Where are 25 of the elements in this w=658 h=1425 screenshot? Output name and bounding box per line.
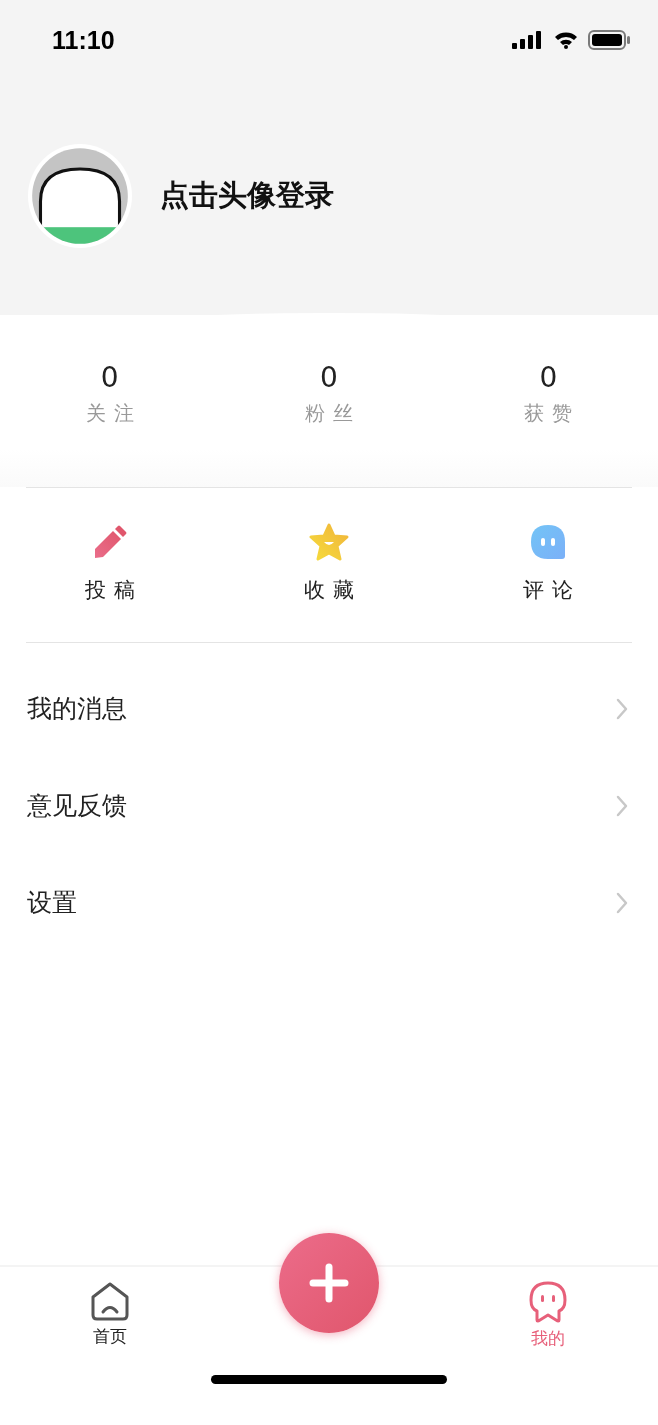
action-label[interactable]: 投稿 [84, 576, 143, 604]
star-icon[interactable] [309, 522, 349, 562]
menu-item[interactable]: 设置 [0, 854, 658, 951]
tab[interactable]: 首页 [0, 1281, 220, 1348]
plus-icon [309, 1263, 349, 1303]
ghost-icon [528, 1281, 569, 1323]
action-label[interactable]: 收藏 [304, 576, 362, 604]
menu-item[interactable]: 意见反馈 [0, 757, 658, 854]
stat-count: 0 [100, 361, 119, 394]
stat-count: 0 [539, 361, 558, 394]
home-icon [89, 1281, 130, 1321]
chevron-icon [616, 794, 628, 817]
chevron-icon [616, 697, 628, 720]
battery-icon [588, 30, 630, 50]
signal-icon [512, 31, 544, 49]
avatar[interactable] [28, 144, 132, 248]
chat-bubble-icon[interactable] [529, 522, 568, 562]
add-button[interactable] [279, 1233, 379, 1333]
chevron-icon [616, 891, 628, 914]
login-prompt[interactable]: 点击头像登录 [160, 176, 334, 216]
status-time: 11:10 [52, 25, 115, 55]
stat-count: 0 [320, 361, 338, 394]
menu-item[interactable]: 我的消息 [0, 660, 658, 757]
action-label[interactable]: 评论 [523, 576, 582, 604]
wifi-icon [554, 31, 578, 49]
